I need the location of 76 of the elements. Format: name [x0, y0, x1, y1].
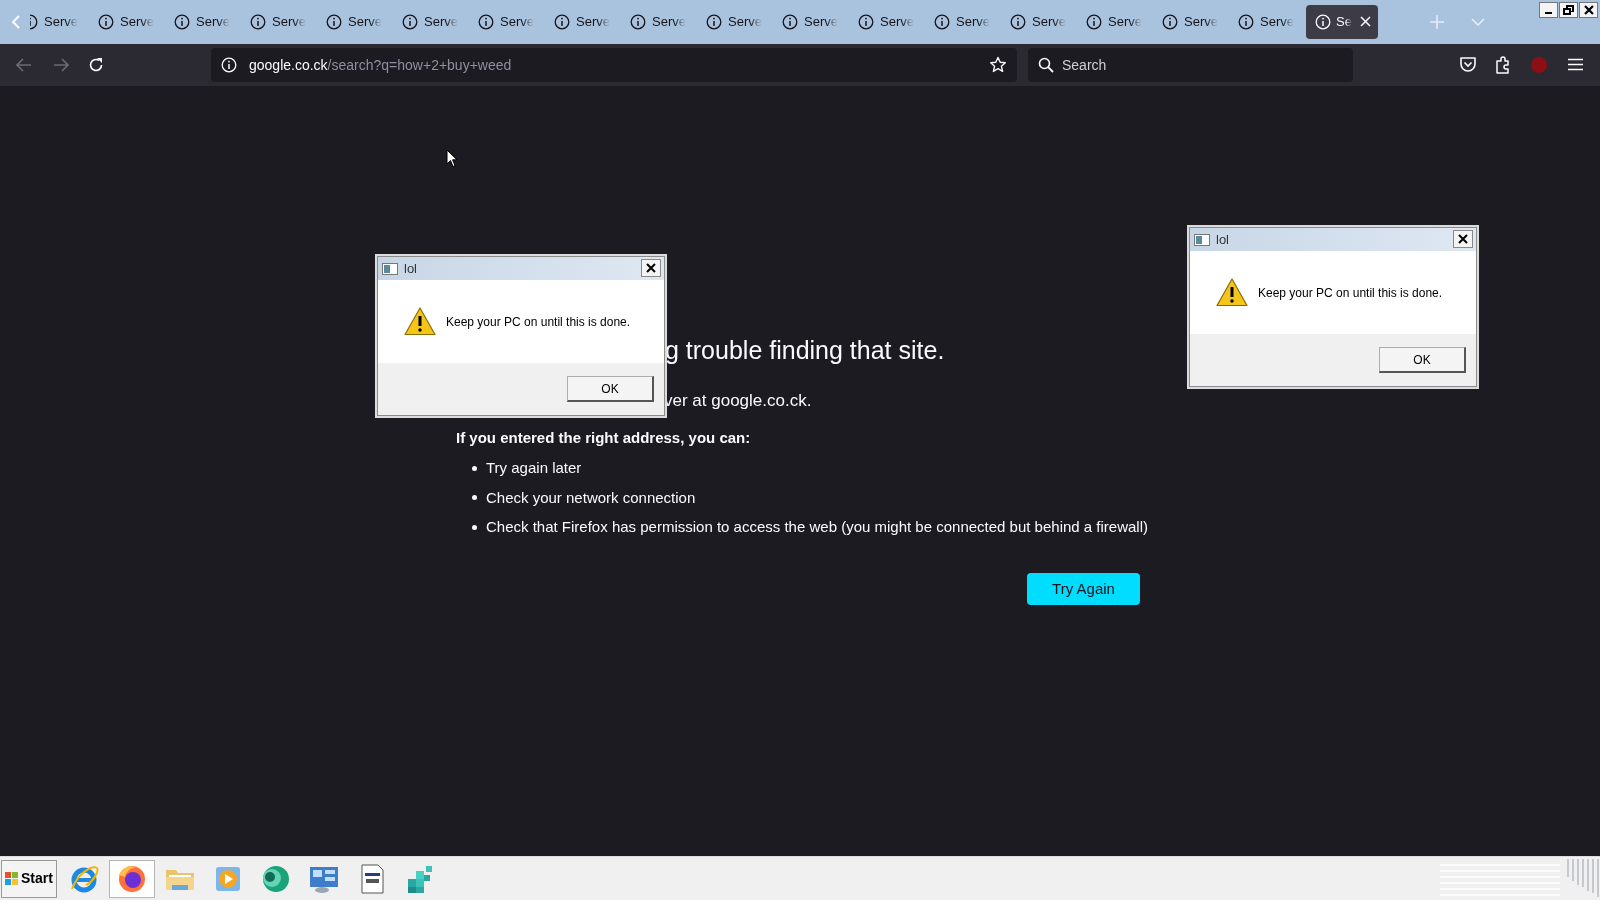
ok-button[interactable]: OK	[1379, 347, 1466, 373]
browser-tab[interactable]: Serve	[1226, 5, 1302, 39]
info-icon	[174, 14, 190, 30]
try-again-button[interactable]: Try Again	[1027, 573, 1140, 605]
close-button[interactable]	[1453, 230, 1473, 248]
advice-item: Try again later	[486, 458, 582, 478]
info-icon	[402, 14, 418, 30]
warning-icon	[404, 307, 436, 336]
browser-tab[interactable]: Serve	[314, 5, 390, 39]
dialog-message: Keep your PC on until this is done.	[1258, 284, 1443, 302]
info-icon	[1315, 14, 1331, 30]
browser-tab[interactable]: Serve	[162, 5, 238, 39]
info-icon	[1086, 14, 1102, 30]
info-icon	[1238, 14, 1254, 30]
close-button[interactable]	[641, 259, 661, 277]
browser-tab[interactable]: Serve	[770, 5, 846, 39]
info-icon	[554, 14, 570, 30]
mouse-cursor-icon	[446, 149, 458, 168]
app-icon	[1194, 233, 1210, 246]
browser-tab[interactable]: Se	[1306, 5, 1378, 39]
advice-item: Check that Firefox has permission to access the web (you might be connected but behind a firewall)	[486, 517, 1148, 537]
reload-icon[interactable]	[88, 57, 104, 73]
windows-logo-icon	[5, 871, 19, 886]
browser-tab[interactable]: Serve	[922, 5, 998, 39]
search-field[interactable]: Search	[1028, 48, 1353, 82]
bullet-icon	[472, 465, 477, 471]
browser-tab[interactable]: Serve	[542, 5, 618, 39]
browser-tab[interactable]: Serve	[30, 5, 86, 39]
forward-icon[interactable]	[53, 58, 69, 72]
extensions-icon[interactable]	[1495, 55, 1512, 74]
close-icon	[1458, 234, 1468, 244]
back-icon[interactable]	[16, 58, 32, 72]
menu-icon[interactable]	[1568, 58, 1583, 71]
close-button[interactable]	[1579, 2, 1598, 18]
browser-tab[interactable]: Serve	[1150, 5, 1226, 39]
info-icon	[250, 14, 266, 30]
browser-tab[interactable]: Serve	[390, 5, 466, 39]
ok-button[interactable]: OK	[567, 376, 654, 402]
start-button[interactable]: Start	[1, 859, 57, 898]
info-icon	[782, 14, 798, 30]
browser-tab[interactable]: Serve	[694, 5, 770, 39]
info-icon	[934, 14, 950, 30]
close-tab-icon[interactable]	[1360, 16, 1371, 27]
info-icon	[98, 14, 114, 30]
bullet-icon	[472, 524, 477, 530]
browser-tab[interactable]: Serve	[998, 5, 1074, 39]
info-icon	[630, 14, 646, 30]
browser-tab[interactable]: Serve	[86, 5, 162, 39]
info-icon	[478, 14, 494, 30]
browser-tab[interactable]: Serve	[846, 5, 922, 39]
info-icon	[858, 14, 874, 30]
warning-icon	[1216, 278, 1248, 307]
browser-tab[interactable]: Serve	[466, 5, 542, 39]
info-icon	[1162, 14, 1178, 30]
pocket-icon[interactable]	[1459, 56, 1477, 73]
dialog-title: lol	[1216, 230, 1229, 249]
info-icon	[706, 14, 722, 30]
close-icon	[1583, 5, 1594, 15]
restore-button[interactable]	[1559, 2, 1578, 18]
bullet-icon	[472, 495, 477, 501]
close-icon	[646, 263, 656, 273]
dialog-message: Keep your PC on until this is done.	[446, 313, 631, 331]
advice-heading: If you entered the right address, you can:	[456, 428, 751, 448]
minimize-button[interactable]	[1539, 2, 1558, 18]
advice-item: Check your network connection	[486, 487, 696, 508]
search-icon	[1038, 57, 1054, 73]
browser-tab[interactable]: Serve	[238, 5, 314, 39]
info-icon	[1010, 14, 1026, 30]
browser-tab[interactable]: Serve	[618, 5, 694, 39]
info-icon[interactable]	[221, 57, 237, 73]
address-field[interactable]: google.co.ck/search?q=how+2+buy+weed	[211, 48, 1017, 82]
bookmark-star-icon[interactable]	[989, 56, 1007, 74]
app-icon	[382, 262, 398, 275]
browser-tab[interactable]: Serve	[1074, 5, 1150, 39]
dialog-title: lol	[404, 259, 417, 278]
info-icon	[326, 14, 342, 30]
